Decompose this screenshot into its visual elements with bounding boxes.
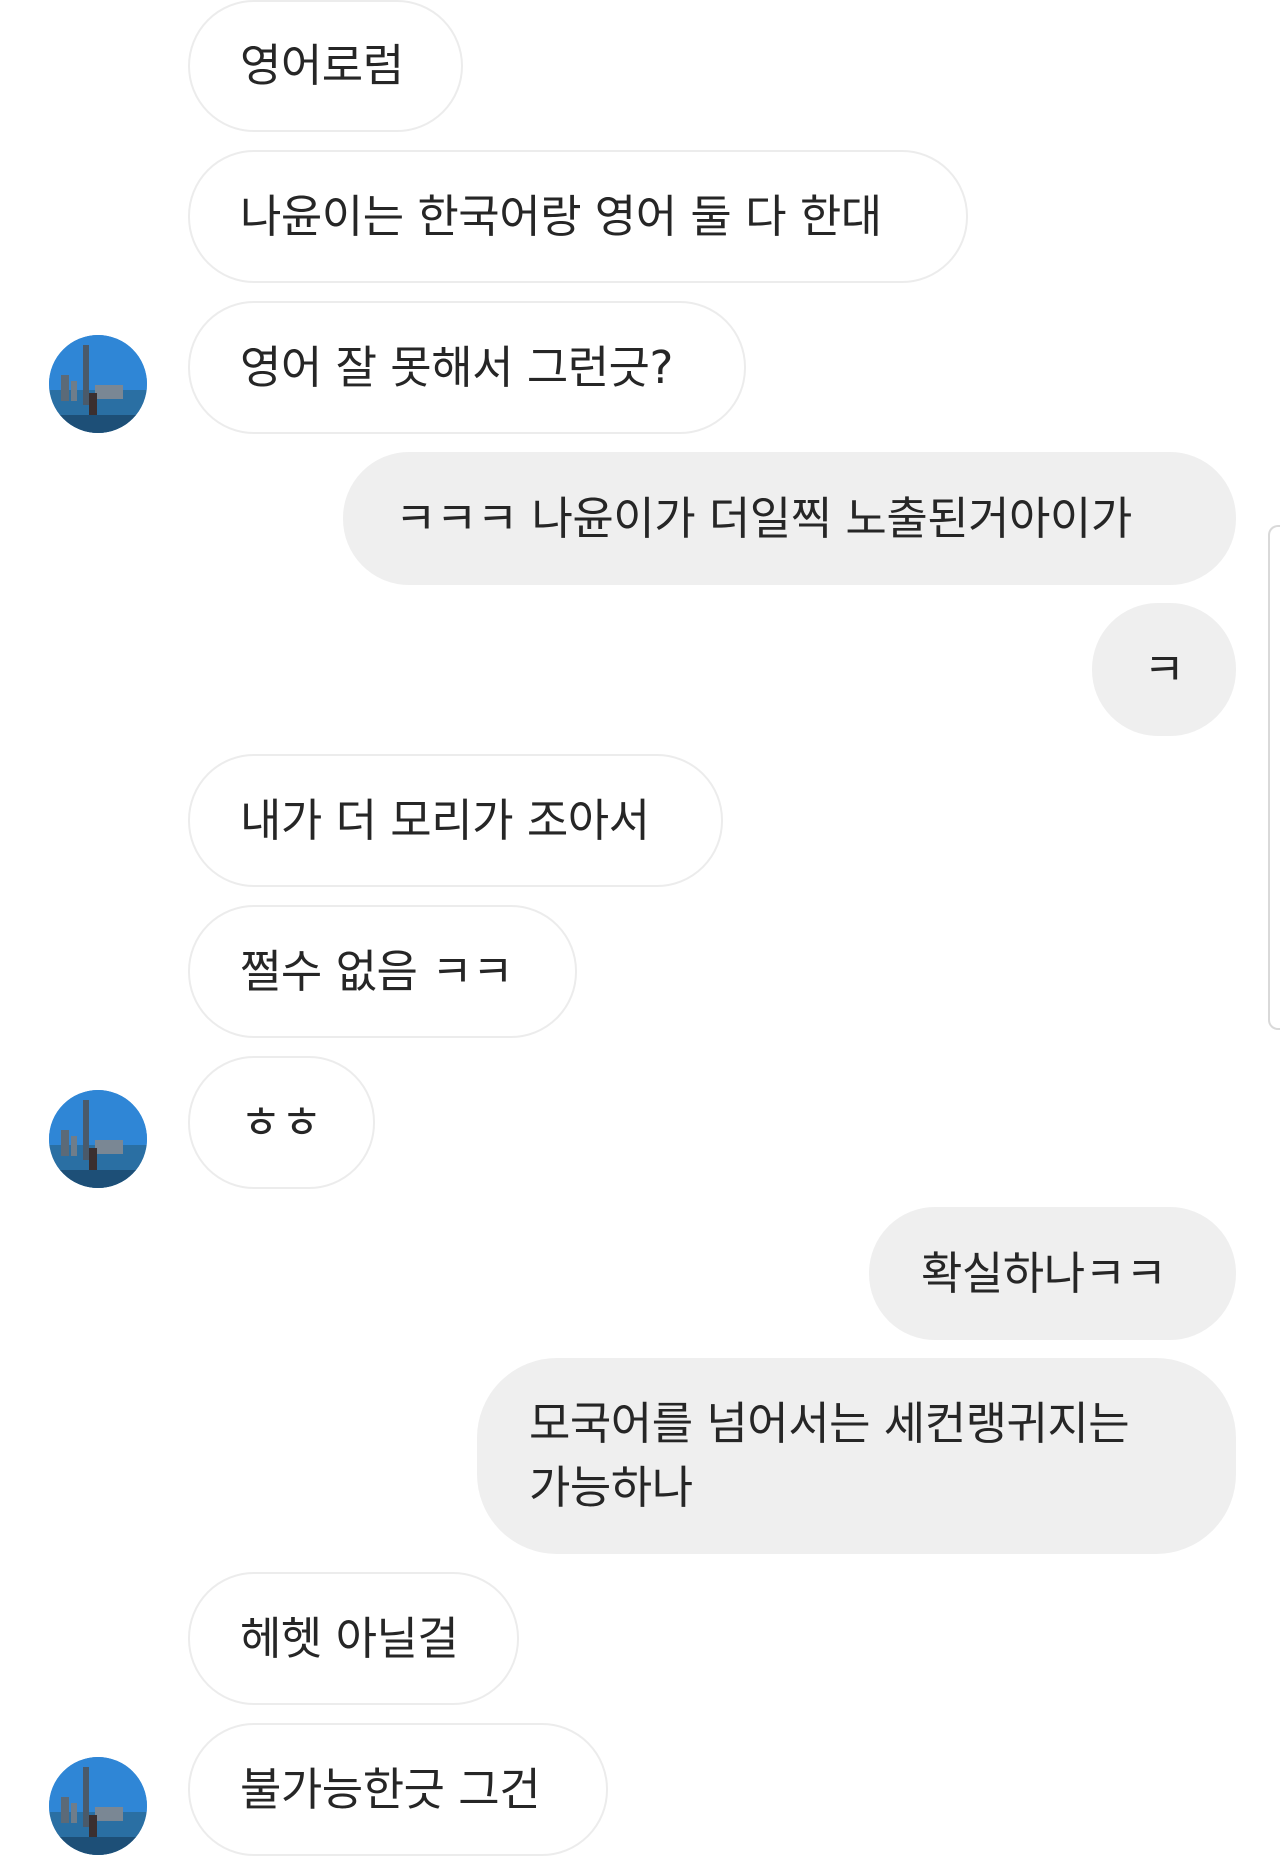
message-text: 헤헷 아닐걸 bbox=[240, 1611, 459, 1665]
incoming-message-bubble[interactable]: 내가 더 모리가 조아서 bbox=[188, 754, 723, 887]
incoming-message-bubble[interactable]: 영어 잘 못해서 그런긋? bbox=[188, 301, 746, 434]
profile-photo-avatar-icon bbox=[49, 1090, 147, 1188]
profile-photo-avatar-icon bbox=[49, 335, 147, 433]
message-text: ㅋ bbox=[1143, 642, 1185, 696]
message-text: 모국어를 넘어서는 세컨랭귀지는 가능하나 bbox=[529, 1397, 1130, 1514]
message-text: 나윤이는 한국어랑 영어 둘 다 한대 bbox=[240, 189, 882, 243]
contact-avatar[interactable] bbox=[49, 1090, 147, 1188]
outgoing-message-bubble[interactable]: 확실하나ㅋㅋ bbox=[869, 1207, 1236, 1340]
outgoing-message-bubble[interactable]: ㅋ bbox=[1092, 603, 1236, 736]
message-text: 영어 잘 못해서 그런긋? bbox=[240, 340, 673, 394]
message-text: ㅎㅎ bbox=[240, 1095, 322, 1149]
profile-photo-avatar-icon bbox=[49, 1757, 147, 1855]
message-text: 내가 더 모리가 조아서 bbox=[240, 793, 650, 847]
outgoing-message-bubble[interactable]: ㅋㅋㅋ 나윤이가 더일찍 노출된거아이가 bbox=[343, 452, 1236, 585]
contact-avatar[interactable] bbox=[49, 1757, 147, 1855]
chat-thread: 영어로럼 나윤이는 한국어랑 영어 둘 다 한대 영어 잘 못해서 그런긋? ㅋ… bbox=[0, 0, 1280, 1868]
incoming-message-bubble[interactable]: 나윤이는 한국어랑 영어 둘 다 한대 bbox=[188, 150, 968, 283]
message-text: 영어로럼 bbox=[240, 39, 404, 92]
message-text: ㅋㅋㅋ 나윤이가 더일찍 노출된거아이가 bbox=[395, 491, 1132, 545]
incoming-message-bubble[interactable]: 쩔수 없음 ㅋㅋ bbox=[188, 905, 577, 1038]
incoming-message-bubble[interactable]: 영어로럼 bbox=[188, 0, 463, 132]
scrollbar[interactable] bbox=[1268, 525, 1280, 1030]
incoming-message-bubble[interactable]: 헤헷 아닐걸 bbox=[188, 1572, 519, 1705]
outgoing-message-bubble[interactable]: 모국어를 넘어서는 세컨랭귀지는 가능하나 bbox=[477, 1358, 1236, 1554]
incoming-message-bubble[interactable]: 불가능한긋 그건 bbox=[188, 1723, 608, 1856]
message-text: 불가능한긋 그건 bbox=[240, 1762, 541, 1816]
message-text: 쩔수 없음 ㅋㅋ bbox=[240, 944, 514, 998]
contact-avatar[interactable] bbox=[49, 335, 147, 433]
message-text: 확실하나ㅋㅋ bbox=[921, 1246, 1167, 1300]
incoming-message-bubble[interactable]: ㅎㅎ bbox=[188, 1056, 375, 1189]
